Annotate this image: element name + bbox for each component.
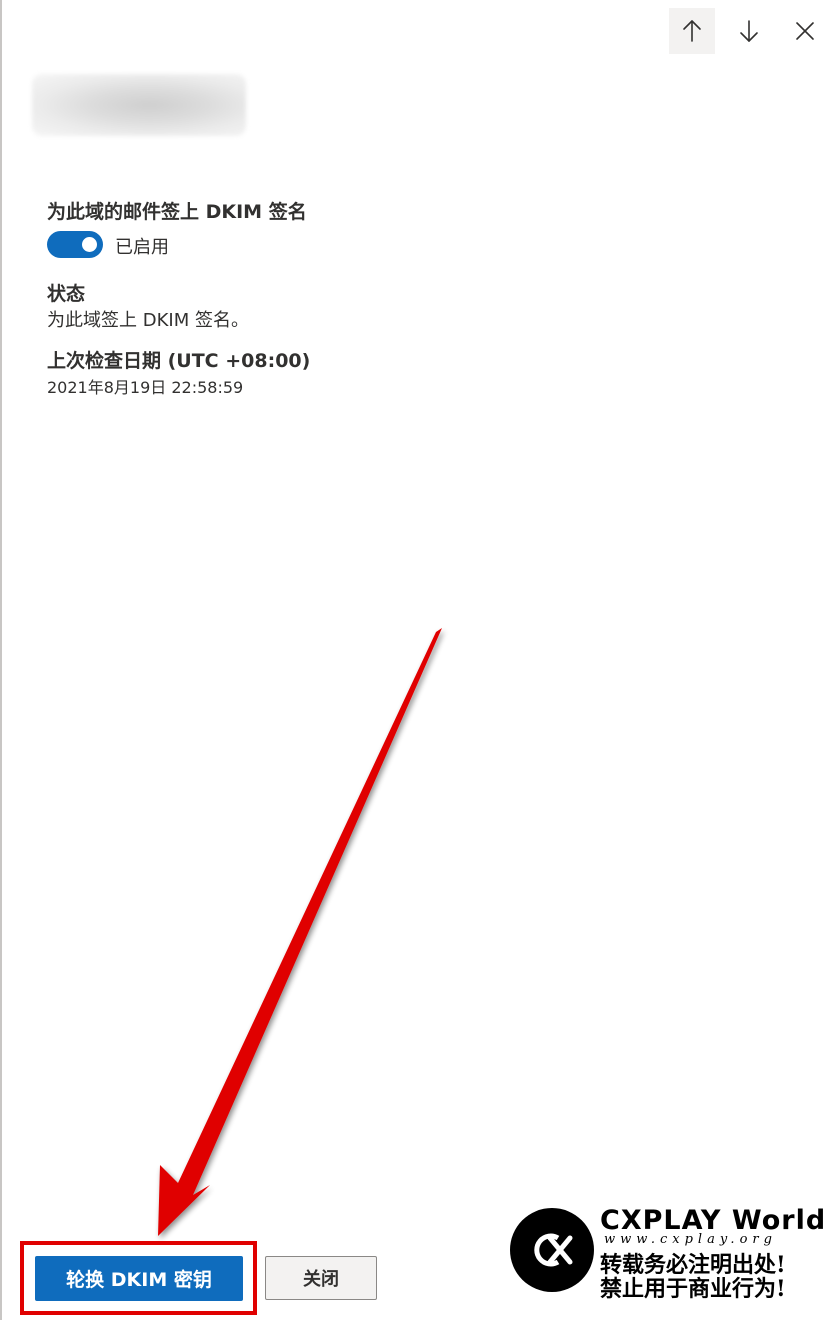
watermark-notice-line2: 禁止用于商业行为! xyxy=(600,1276,786,1302)
previous-item-button[interactable] xyxy=(669,8,715,54)
next-item-button[interactable] xyxy=(726,8,772,54)
arrow-down-icon xyxy=(740,20,758,42)
rotate-dkim-key-button[interactable]: 轮换 DKIM 密钥 xyxy=(35,1256,243,1301)
panel-left-border xyxy=(0,0,2,1320)
arrow-up-icon xyxy=(683,20,701,42)
dkim-sign-toggle[interactable] xyxy=(47,231,103,258)
status-label: 状态 xyxy=(47,283,86,305)
last-checked-label: 上次检查日期 (UTC +08:00) xyxy=(47,350,311,372)
close-button[interactable]: 关闭 xyxy=(265,1256,377,1300)
close-icon xyxy=(796,22,814,40)
last-checked-value: 2021年8月19日 22:58:59 xyxy=(47,378,244,397)
status-value: 为此域签上 DKIM 签名。 xyxy=(47,310,249,331)
watermark-url: www.cxplay.org xyxy=(604,1232,777,1247)
redacted-domain-title xyxy=(32,74,246,136)
toggle-knob xyxy=(82,237,97,252)
close-panel-button[interactable] xyxy=(782,8,828,54)
toggle-state-label: 已启用 xyxy=(115,237,169,258)
dkim-sign-label: 为此域的邮件签上 DKIM 签名 xyxy=(47,201,307,223)
watermark-logo-icon xyxy=(510,1208,594,1292)
